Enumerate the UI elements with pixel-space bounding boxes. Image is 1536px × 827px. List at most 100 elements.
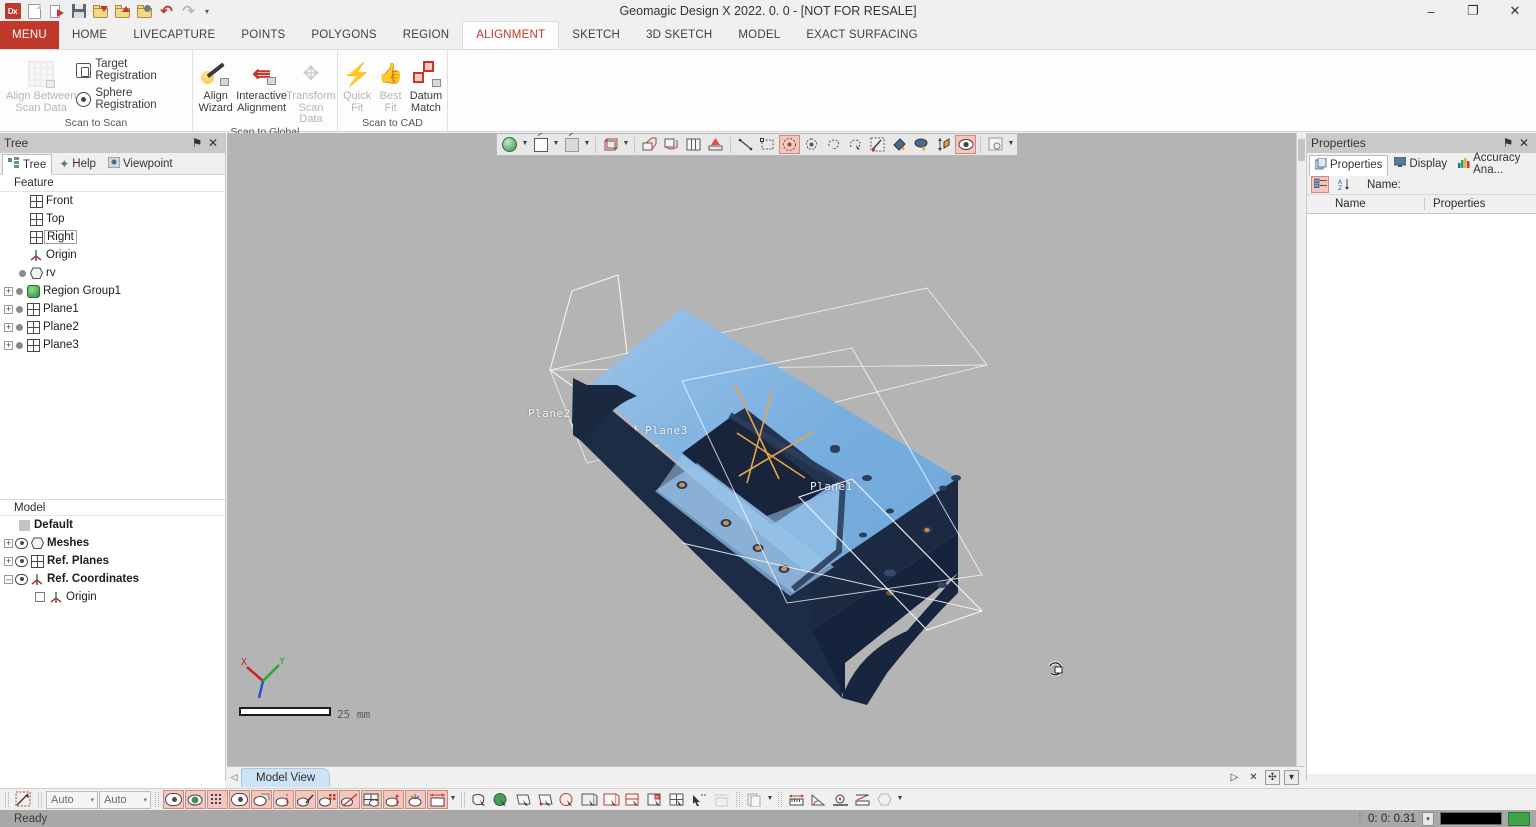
tree-item-region-group1[interactable]: + Region Group1 <box>0 282 225 300</box>
show-shaded-icon[interactable] <box>229 790 250 809</box>
display-mode-select[interactable]: Auto ▾ <box>46 790 98 809</box>
tab-tree[interactable]: Tree <box>2 154 53 175</box>
tab-viewpoint[interactable]: Viewpoint <box>103 155 178 173</box>
tree-item-origin[interactable]: Origin <box>0 246 225 264</box>
wireframe-cube-icon[interactable] <box>600 135 621 154</box>
show-dimensions-icon[interactable] <box>427 790 448 809</box>
tab-livecapture[interactable]: LIVECAPTURE <box>120 21 228 49</box>
visibility-eye-icon[interactable] <box>13 573 29 585</box>
tree-pin-icon[interactable]: ⚑ <box>189 136 205 150</box>
tab-region[interactable]: REGION <box>390 21 463 49</box>
select-pick-icon[interactable] <box>689 790 710 809</box>
expand-icon[interactable]: + <box>4 538 13 548</box>
select-solid-icon[interactable] <box>601 790 622 809</box>
tab-sketch[interactable]: SKETCH <box>559 21 633 49</box>
color-swatch-green[interactable] <box>1508 811 1530 826</box>
measure-distance-icon[interactable] <box>786 790 807 809</box>
select-body-icon[interactable] <box>623 790 644 809</box>
tab-accuracy-analyzer[interactable]: Accuracy Ana... <box>1453 150 1536 178</box>
shaded-cube-icon[interactable] <box>530 135 551 154</box>
copy-icon[interactable] <box>744 790 765 809</box>
select-poly-icon[interactable] <box>535 790 556 809</box>
properties-close-icon[interactable]: ✕ <box>1516 136 1532 150</box>
tab-home[interactable]: HOME <box>59 21 120 49</box>
best-fit-button[interactable]: 👍 Best Fit <box>374 54 406 114</box>
select-curve-icon[interactable] <box>557 790 578 809</box>
show-more-dropdown-icon[interactable]: ▼ <box>449 795 457 805</box>
measure-volume-dropdown-icon[interactable]: ▼ <box>896 795 904 805</box>
show-vectors-icon[interactable] <box>383 790 404 809</box>
view-orientation-dropdown-icon[interactable]: ▼ <box>521 140 529 150</box>
datum-match-button[interactable]: Datum Match <box>407 54 445 114</box>
undo-icon[interactable]: ↶ <box>157 2 176 21</box>
expand-icon[interactable]: + <box>4 340 13 350</box>
properties-grid-body[interactable] <box>1307 214 1536 774</box>
expand-icon[interactable]: + <box>4 556 13 566</box>
tree-close-icon[interactable]: ✕ <box>205 136 221 150</box>
tree-item-right[interactable]: Right <box>0 228 225 246</box>
show-lines-icon[interactable] <box>339 790 360 809</box>
rectangle-select-icon[interactable] <box>757 135 778 154</box>
tab-model[interactable]: MODEL <box>725 21 793 49</box>
show-planes-icon[interactable] <box>361 790 382 809</box>
tab-exact-surfacing[interactable]: EXACT SURFACING <box>793 21 930 49</box>
wireframe-cube-dropdown-icon[interactable]: ▼ <box>622 140 630 150</box>
measure-angle-icon[interactable] <box>808 790 829 809</box>
select-shell-icon[interactable] <box>645 790 666 809</box>
save-icon[interactable] <box>69 2 88 21</box>
select-mesh-icon[interactable] <box>469 790 490 809</box>
tab-list-icon[interactable]: ▾ <box>1284 770 1299 785</box>
sphere-registration-button[interactable]: Sphere Registration <box>76 87 186 111</box>
maximize-button[interactable]: ❐ <box>1452 0 1494 22</box>
prev-tab-icon[interactable]: ◁ <box>227 772 241 783</box>
render-mode-icon[interactable] <box>561 135 582 154</box>
origin-checkbox[interactable] <box>32 592 48 602</box>
tree-item-rv[interactable]: rv <box>0 264 225 282</box>
collapse-icon[interactable]: – <box>4 574 13 584</box>
viewport-scrollbar[interactable] <box>1296 133 1305 766</box>
show-curvature-icon[interactable] <box>295 790 316 809</box>
render-mode-dropdown-icon[interactable]: ▼ <box>583 140 591 150</box>
align-between-scan-data-button[interactable]: Align Between Scan Data <box>6 54 76 114</box>
tab-3d-sketch[interactable]: 3D SKETCH <box>633 21 725 49</box>
model-viewport[interactable]: Plane2 Plane3 Plane1 X Y 25 mm ▼ ▼ ▼ ▼ ▼ <box>227 133 1305 766</box>
show-features-icon[interactable] <box>317 790 338 809</box>
redo-icon[interactable]: ↷ <box>179 2 198 21</box>
expand-icon[interactable]: + <box>4 304 13 314</box>
save-as-icon[interactable] <box>135 2 154 21</box>
minimize-button[interactable]: – <box>1410 0 1452 22</box>
tree-item-meshes[interactable]: + Meshes <box>0 534 225 552</box>
paint-select-icon[interactable] <box>867 135 888 154</box>
split-view-icon[interactable] <box>683 135 704 154</box>
tab-alignment[interactable]: ALIGNMENT <box>462 21 560 49</box>
expand-icon[interactable]: + <box>4 322 13 332</box>
visibility-eye-icon[interactable] <box>13 555 29 567</box>
categorized-view-icon[interactable] <box>1311 176 1329 193</box>
copy-dropdown-icon[interactable]: ▼ <box>766 795 774 805</box>
freehand-select-icon[interactable] <box>845 135 866 154</box>
tree-item-plane3[interactable]: + Plane3 <box>0 336 225 354</box>
tab-polygons[interactable]: POLYGONS <box>298 21 389 49</box>
color-swatch-black[interactable] <box>1440 812 1502 825</box>
screen-capture-dropdown-icon[interactable]: ▼ <box>1007 140 1015 150</box>
menu-button[interactable]: MENU <box>0 21 59 49</box>
select-face-icon[interactable] <box>579 790 600 809</box>
interactive-alignment-button[interactable]: ⇚ Interactive Alignment <box>236 54 287 114</box>
tree-item-default[interactable]: Default <box>0 516 225 534</box>
transform-scan-data-button[interactable]: ✥ Transform Scan Data <box>286 54 336 126</box>
select-measure-icon[interactable] <box>711 790 732 809</box>
tree-item-front[interactable]: Front <box>0 192 225 210</box>
align-wizard-button[interactable]: Align Wizard <box>195 54 236 114</box>
tree-item-ref-coordinates[interactable]: – Ref. Coordinates <box>0 570 225 588</box>
tree-item-origin-model[interactable]: Origin <box>0 588 225 606</box>
measure-volume-icon[interactable] <box>874 790 895 809</box>
selection-filter-icon[interactable] <box>13 790 34 809</box>
lasso-select-icon[interactable] <box>823 135 844 154</box>
section-top-icon[interactable] <box>661 135 682 154</box>
grow-select-icon[interactable] <box>911 135 932 154</box>
show-mesh-icon[interactable] <box>163 790 184 809</box>
tab-properties[interactable]: Properties <box>1309 154 1389 176</box>
coordinates-dropdown-icon[interactable]: ▾ <box>1422 811 1434 826</box>
close-tab-icon[interactable]: ✕ <box>1246 770 1261 785</box>
tab-model-view[interactable]: Model View <box>241 768 331 787</box>
